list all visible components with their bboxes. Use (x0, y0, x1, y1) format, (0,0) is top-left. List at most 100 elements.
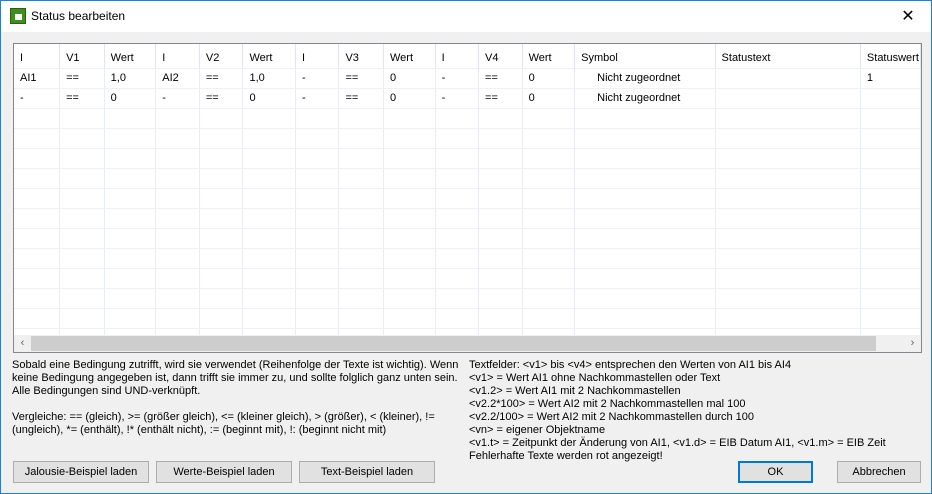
table-cell[interactable] (155, 148, 200, 169)
table-cell[interactable] (242, 308, 297, 329)
table-cell[interactable] (59, 308, 105, 329)
table-cell[interactable] (295, 308, 340, 329)
table-cell[interactable] (59, 208, 105, 229)
column-header[interactable]: V3 (338, 44, 384, 69)
table-cell[interactable] (435, 268, 480, 289)
table-cell[interactable] (522, 128, 576, 149)
table-cell[interactable] (478, 228, 523, 249)
table-cell[interactable] (522, 228, 576, 249)
table-cell[interactable] (574, 168, 716, 189)
table-cell[interactable] (435, 308, 480, 329)
empty-row[interactable] (14, 108, 921, 129)
table-cell[interactable] (199, 128, 244, 149)
scroll-right-icon[interactable]: › (904, 335, 921, 352)
table-cell[interactable] (715, 208, 861, 229)
table-cell[interactable] (295, 108, 340, 129)
table-cell[interactable] (199, 228, 244, 249)
column-header[interactable]: Wert (242, 44, 297, 69)
table-cell[interactable] (478, 308, 523, 329)
table-cell[interactable]: == (199, 88, 244, 109)
table-cell[interactable] (715, 148, 861, 169)
empty-row[interactable] (14, 288, 921, 309)
table-cell[interactable] (104, 108, 157, 129)
table-cell[interactable] (383, 268, 436, 289)
table-cell[interactable]: - (295, 88, 340, 109)
table-cell[interactable] (59, 128, 105, 149)
table-cell[interactable] (14, 108, 61, 129)
horizontal-scrollbar[interactable]: ‹ › (14, 335, 921, 352)
table-cell[interactable] (14, 308, 61, 329)
empty-row[interactable] (14, 248, 921, 269)
table-cell[interactable] (14, 228, 61, 249)
table-cell[interactable] (199, 268, 244, 289)
table-cell[interactable] (104, 268, 157, 289)
table-cell[interactable] (715, 288, 861, 309)
status-grid[interactable]: I V1 Wert I V2 Wert I V3 Wert I V4 Wert Symbol Status… (13, 43, 922, 353)
table-cell[interactable]: - (14, 88, 61, 109)
table-cell[interactable] (104, 128, 157, 149)
table-cell[interactable] (199, 148, 244, 169)
table-cell[interactable]: == (199, 68, 244, 89)
table-cell[interactable] (435, 188, 480, 209)
table-cell[interactable] (860, 308, 921, 329)
table-cell[interactable] (435, 168, 480, 189)
column-header[interactable]: V2 (199, 44, 244, 69)
table-cell[interactable] (242, 288, 297, 309)
table-cell[interactable]: 0 (383, 88, 436, 109)
table-cell[interactable] (14, 188, 61, 209)
table-cell[interactable] (104, 188, 157, 209)
empty-row[interactable] (14, 168, 921, 189)
table-cell[interactable] (14, 208, 61, 229)
table-cell[interactable] (14, 168, 61, 189)
table-cell[interactable]: - (155, 88, 200, 109)
table-cell[interactable] (155, 168, 200, 189)
table-cell[interactable] (59, 248, 105, 269)
table-cell[interactable] (715, 268, 861, 289)
table-cell[interactable] (104, 208, 157, 229)
table-cell[interactable] (155, 128, 200, 149)
table-cell[interactable] (715, 108, 861, 129)
table-cell[interactable] (242, 108, 297, 129)
table-cell[interactable]: AI1 (14, 68, 61, 89)
table-cell[interactable] (199, 288, 244, 309)
scroll-left-icon[interactable]: ‹ (14, 335, 31, 352)
table-cell[interactable] (383, 228, 436, 249)
load-values-example-button[interactable]: Werte-Beispiel laden (156, 461, 292, 483)
table-cell[interactable] (715, 248, 861, 269)
table-cell[interactable] (478, 208, 523, 229)
table-cell[interactable] (522, 148, 576, 169)
column-header[interactable]: Statuswert (860, 44, 921, 69)
table-cell[interactable] (478, 108, 523, 129)
table-cell[interactable] (199, 108, 244, 129)
table-row[interactable]: - == 0- == 0- == 0- == 0 Nicht zugeordnet (14, 88, 921, 109)
table-cell[interactable] (522, 208, 576, 229)
table-cell[interactable]: Nicht zugeordnet (574, 68, 716, 89)
table-cell[interactable] (242, 128, 297, 149)
table-cell[interactable] (383, 148, 436, 169)
load-text-example-button[interactable]: Text-Beispiel laden (299, 461, 435, 483)
load-jalousie-example-button[interactable]: Jalousie-Beispiel laden (13, 461, 149, 483)
empty-row[interactable] (14, 148, 921, 169)
empty-row[interactable] (14, 208, 921, 229)
table-cell[interactable]: Nicht zugeordnet (574, 88, 716, 109)
table-cell[interactable] (242, 248, 297, 269)
cancel-button[interactable]: Abbrechen (837, 461, 921, 483)
table-cell[interactable] (338, 168, 384, 189)
table-cell[interactable] (383, 208, 436, 229)
table-cell[interactable] (199, 248, 244, 269)
table-cell[interactable] (478, 248, 523, 269)
table-cell[interactable] (338, 148, 384, 169)
table-cell[interactable] (574, 128, 716, 149)
table-cell[interactable] (860, 288, 921, 309)
table-cell[interactable] (522, 188, 576, 209)
table-cell[interactable] (155, 228, 200, 249)
table-cell[interactable] (14, 288, 61, 309)
table-cell[interactable] (14, 248, 61, 269)
table-cell[interactable]: == (478, 88, 523, 109)
table-cell[interactable] (242, 188, 297, 209)
table-cell[interactable]: AI2 (155, 68, 200, 89)
table-cell[interactable] (574, 108, 716, 129)
table-cell[interactable] (435, 128, 480, 149)
table-cell[interactable] (242, 168, 297, 189)
table-cell[interactable] (715, 128, 861, 149)
